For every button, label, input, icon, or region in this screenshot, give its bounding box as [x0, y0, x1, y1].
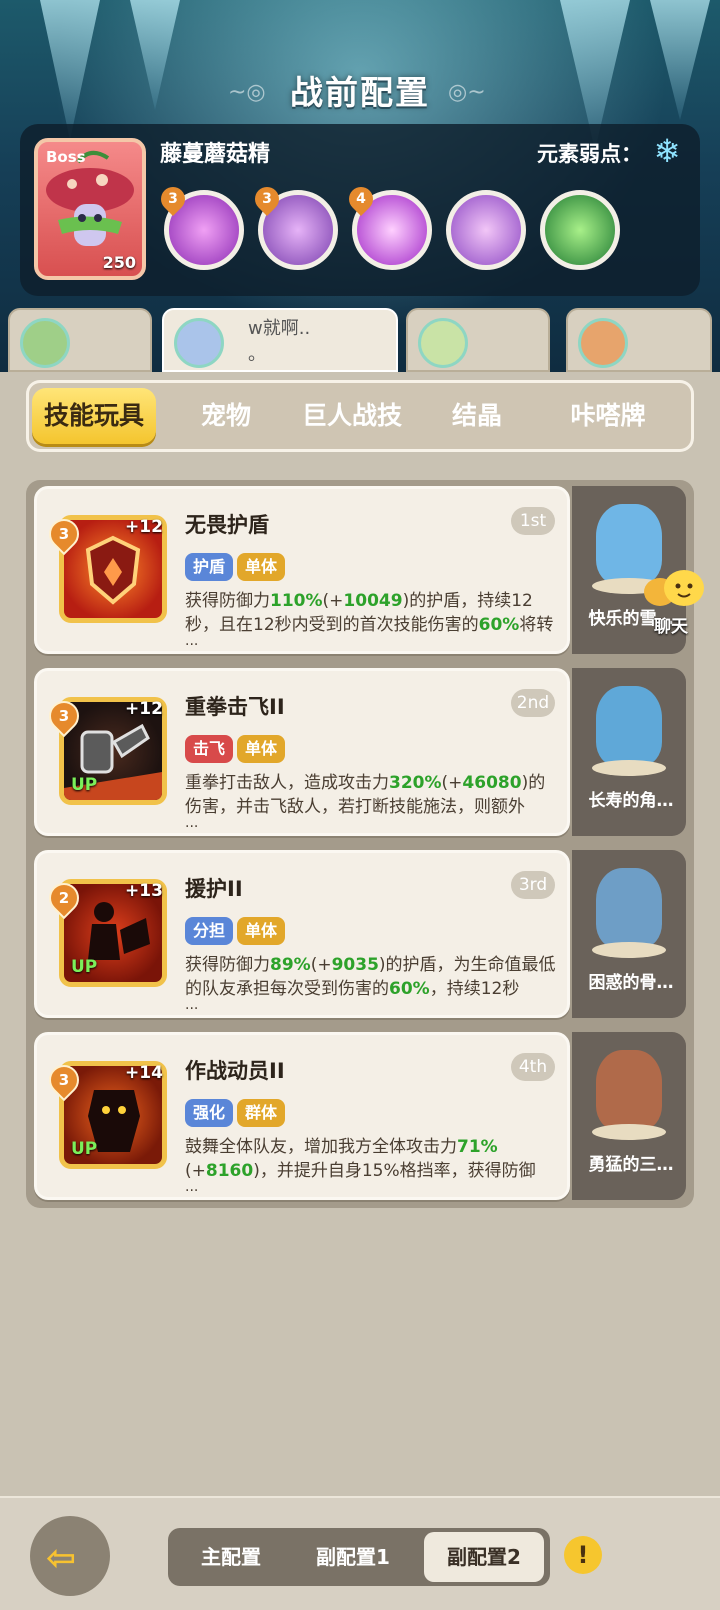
chat-bubble-icon[interactable] — [640, 568, 708, 618]
skill-plus-level: +14 — [125, 1063, 163, 1083]
boss-skill-orb-4[interactable] — [446, 190, 526, 270]
boss-level: 250 — [102, 253, 136, 272]
boss-portrait[interactable]: Boss 250 — [34, 138, 146, 280]
skill-rank-badge: 4th — [511, 1053, 555, 1081]
skill-tag: 单体 — [237, 735, 286, 763]
skill-tag: 群体 — [237, 1099, 286, 1127]
skill-card-1[interactable]: 3 +12 无畏护盾 1st 护盾 单体 获得防御力110%(+10049)的护… — [34, 486, 570, 654]
skill-tag: 强化 — [185, 1099, 234, 1127]
skill-tag: 单体 — [237, 917, 286, 945]
skill-level-badge: 3 — [156, 182, 190, 216]
description-ellipsis: ... — [185, 815, 199, 831]
tab-giant-skills[interactable]: 巨人战技 — [292, 388, 412, 444]
avatar — [20, 318, 70, 368]
team-member-note: w就啊.. 。 — [248, 318, 311, 365]
skill-description: 获得防御力89%(+9035)的护盾，为生命值最低的队友承担每次受到伤害的60%… — [185, 955, 556, 999]
battle-scene-background: ~◎ ◎~ 战前配置 Boss 250 藤蔓蘑菇精 元素弱点： ❄ 3 3 4 … — [0, 0, 720, 372]
pet-slot-3[interactable]: 困惑的骨… — [572, 850, 686, 1018]
description-ellipsis: ... — [185, 633, 199, 649]
skill-card-2[interactable]: 3 +12 UP 重拳击飞II 2nd 击飞 单体 重拳打击敌人，造成攻击力32… — [34, 668, 570, 836]
skill-rank-badge: 2nd — [511, 689, 555, 717]
skill-title: 重拳击飞II — [185, 695, 285, 719]
skill-upgrade-mark: UP — [71, 775, 98, 795]
boss-info-panel: Boss 250 藤蔓蘑菇精 元素弱点： ❄ 3 3 4 — [20, 124, 700, 296]
element-weakness-label: 元素弱点： — [537, 142, 642, 166]
skill-title: 作战动员II — [185, 1059, 285, 1083]
skill-tag: 分担 — [185, 917, 234, 945]
tab-pets[interactable]: 宠物 — [176, 388, 276, 444]
skill-upgrade-mark: UP — [71, 957, 98, 977]
skill-card-4[interactable]: 3 +14 UP 作战动员II 4th 强化 群体 鼓舞全体队友，增加我方全体攻… — [34, 1032, 570, 1200]
chat-label[interactable]: 聊天 — [654, 612, 688, 637]
page-title: 战前配置 — [290, 73, 430, 112]
back-arrow-icon: ⇦ — [46, 1538, 77, 1579]
pet-pedestal — [592, 760, 666, 776]
boss-skill-orb-5[interactable] — [540, 190, 620, 270]
boss-skill-orb-2[interactable]: 3 — [250, 182, 338, 270]
bottom-bar: ⇦ 主配置 副配置1 副配置2 ! — [0, 1496, 720, 1610]
team-member-tab-3[interactable] — [406, 308, 550, 372]
team-member-tab-1[interactable] — [8, 308, 152, 372]
tab-click-cards[interactable]: 咔嗒牌 — [546, 388, 670, 444]
team-member-tab-4[interactable] — [566, 308, 712, 372]
description-ellipsis: ... — [185, 997, 199, 1013]
skill-plus-level: +13 — [125, 881, 163, 901]
avatar — [174, 318, 224, 368]
pet-figure — [596, 868, 662, 948]
pet-name: 勇猛的三… — [588, 1155, 674, 1175]
tab-crystals[interactable]: 结晶 — [432, 388, 522, 444]
skill-rank-badge: 1st — [511, 507, 555, 535]
warning-icon[interactable]: ! — [564, 1536, 602, 1574]
tab-sub-config-1[interactable]: 副配置1 — [298, 1532, 408, 1582]
skill-upgrade-mark: UP — [71, 1139, 98, 1159]
skill-card-3[interactable]: 2 +13 UP 援护II 3rd 分担 单体 获得防御力89%(+9035)的… — [34, 850, 570, 1018]
boss-name: 藤蔓蘑菇精 — [160, 142, 271, 167]
pet-slot-2[interactable]: 长寿的角… — [572, 668, 686, 836]
skill-level-badge: 3 — [250, 182, 284, 216]
boss-skill-orb-3[interactable]: 4 — [344, 182, 432, 270]
tab-sub-config-2[interactable]: 副配置2 — [424, 1532, 544, 1582]
skill-description: 鼓舞全体队友，增加我方全体攻击力71%(+8160)，并提升自身15%格挡率，获… — [185, 1137, 536, 1181]
skill-description: 重拳打击敌人，造成攻击力320%(+46080)的伤害，并击飞敌人，若打断技能施… — [185, 773, 546, 817]
description-ellipsis: ... — [185, 1179, 199, 1195]
pet-pedestal — [592, 942, 666, 958]
avatar — [578, 318, 628, 368]
skill-title: 援护II — [185, 877, 243, 901]
skill-tag: 击飞 — [185, 735, 234, 763]
tab-main-config[interactable]: 主配置 — [176, 1532, 286, 1582]
pet-slot-4[interactable]: 勇猛的三… — [572, 1032, 686, 1200]
skill-plus-level: +12 — [125, 699, 163, 719]
snowflake-icon: ❄ — [653, 132, 681, 170]
boss-tag: Boss — [46, 148, 86, 166]
skill-title: 无畏护盾 — [185, 513, 269, 537]
back-button[interactable]: ⇦ — [30, 1516, 110, 1596]
skill-tag: 单体 — [237, 553, 286, 581]
pet-name: 困惑的骨… — [588, 973, 674, 993]
tab-skill-toys[interactable]: 技能玩具 — [32, 388, 156, 444]
config-selector: 主配置 副配置1 副配置2 — [168, 1528, 550, 1586]
boss-skill-orb-1[interactable]: 3 — [156, 182, 244, 270]
team-member-tab-2[interactable]: w就啊.. 。 — [162, 308, 398, 372]
skill-level-badge: 4 — [344, 182, 378, 216]
skill-tag: 护盾 — [185, 553, 234, 581]
pet-figure — [596, 1050, 662, 1130]
skill-description: 获得防御力110%(+10049)的护盾，持续12秒，且在12秒内受到的首次技能… — [185, 591, 554, 635]
skill-rank-badge: 3rd — [511, 871, 555, 899]
pet-name: 长寿的角… — [588, 791, 674, 811]
avatar — [418, 318, 468, 368]
category-tab-bar: 技能玩具 宠物 巨人战技 结晶 咔嗒牌 — [26, 380, 694, 452]
skill-plus-level: +12 — [125, 517, 163, 537]
pet-pedestal — [592, 1124, 666, 1140]
skill-list-panel: 3 +12 无畏护盾 1st 护盾 单体 获得防御力110%(+10049)的护… — [26, 480, 694, 1208]
pet-figure — [596, 686, 662, 766]
